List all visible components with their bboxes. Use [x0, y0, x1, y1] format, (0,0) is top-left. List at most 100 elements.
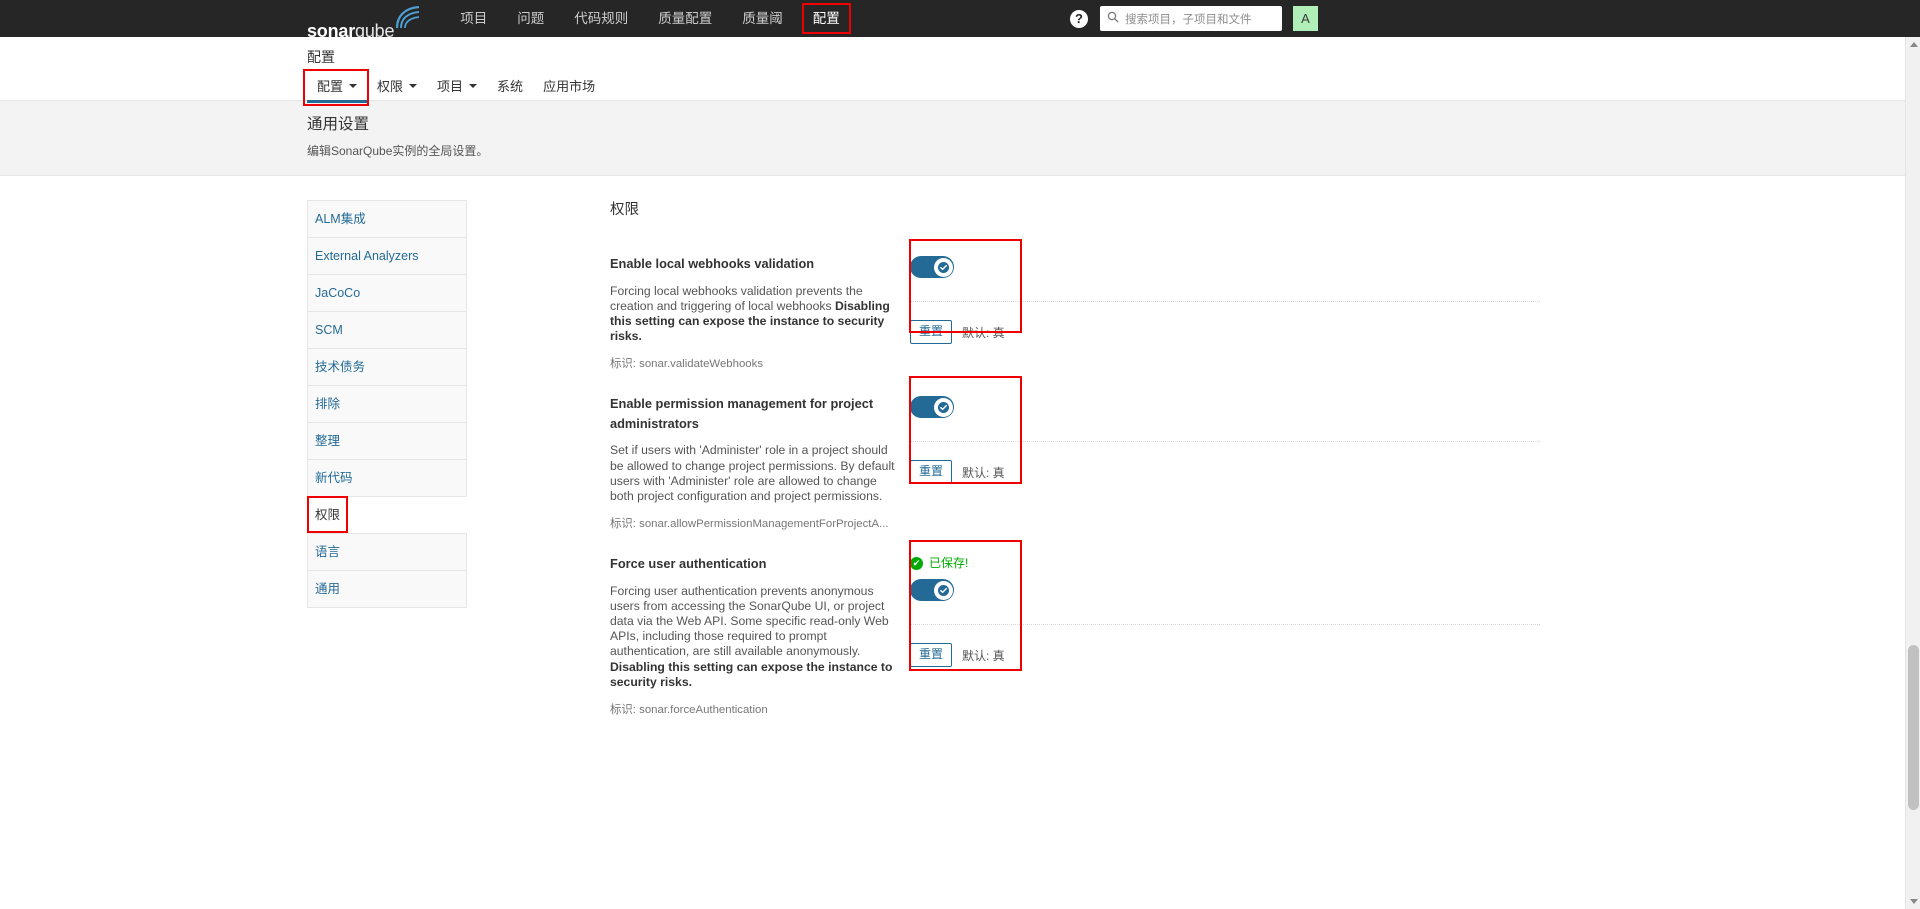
- sidebar-item-alm-integration[interactable]: ALM集成: [307, 200, 467, 237]
- tab-system-label: 系统: [497, 76, 523, 95]
- help-circle-icon[interactable]: ?: [1070, 10, 1088, 28]
- settings-section-title: 权限: [610, 200, 1640, 220]
- default-value-label: 默认: 真: [962, 647, 1005, 664]
- nav-item-wrap-3: 质量配置: [643, 0, 727, 37]
- check-icon: [938, 585, 949, 596]
- setting-info: Enable permission management for project…: [610, 394, 910, 532]
- reset-button[interactable]: 重置: [910, 460, 952, 484]
- tab-configuration-label: 配置: [317, 76, 343, 95]
- setting-key-value: sonar.allowPermissionManagementForProjec…: [639, 518, 888, 530]
- setting-name: Enable local webhooks validation: [610, 254, 896, 274]
- content-area: ALM集成 External Analyzers JaCoCo SCM 技术债务…: [0, 176, 1920, 736]
- saved-status: ✔ 已保存!: [910, 556, 1640, 570]
- setting-controls: 重置 默认: 真: [910, 254, 1640, 372]
- tab-marketplace[interactable]: 应用市场: [533, 73, 605, 103]
- sidebar-item-external-analyzers[interactable]: External Analyzers: [307, 237, 467, 274]
- page-header: 通用设置 编辑SonarQube实例的全局设置。: [0, 101, 1920, 176]
- settings-category-sidebar: ALM集成 External Analyzers JaCoCo SCM 技术债务…: [307, 200, 467, 736]
- page-title: 通用设置: [307, 115, 1920, 135]
- search-icon: [1107, 10, 1119, 28]
- success-check-icon: ✔: [910, 557, 923, 570]
- setting-key-prefix: 标识:: [610, 518, 636, 530]
- nav-item-wrap-5: 配置: [798, 0, 855, 37]
- tab-permissions[interactable]: 权限: [367, 73, 427, 103]
- setting-controls: ✔ 已保存! 重置 默认: 真: [910, 554, 1640, 718]
- toggle-knob: [934, 398, 953, 417]
- setting-row-validate-webhooks: Enable local webhooks validation Forcing…: [610, 254, 1640, 390]
- setting-description: Forcing local webhooks validation preven…: [610, 284, 896, 345]
- nav-item-administration[interactable]: 配置: [798, 11, 855, 26]
- tab-system[interactable]: 系统: [487, 73, 533, 103]
- setting-row-force-authentication: Force user authentication Forcing user a…: [610, 550, 1640, 736]
- sidebar-item-housekeeping[interactable]: 整理: [307, 422, 467, 459]
- nav-item-quality-profiles[interactable]: 质量配置: [643, 11, 727, 26]
- setting-info: Enable local webhooks validation Forcing…: [610, 254, 910, 372]
- tab-wrap-configuration: 配置: [307, 73, 367, 103]
- setting-key-prefix: 标识:: [610, 704, 636, 716]
- toggle-knob: [934, 581, 953, 600]
- chevron-down-icon: [469, 84, 477, 88]
- sidebar-item-wrap-permissions: 权限: [307, 496, 467, 533]
- navbar-right: ? 搜索项目，子项目和文件 A: [1070, 0, 1920, 37]
- sidebar-item-scm[interactable]: SCM: [307, 311, 467, 348]
- nav-item-issues[interactable]: 问题: [502, 11, 559, 26]
- sidebar-item-new-code[interactable]: 新代码: [307, 459, 467, 496]
- toggle-force-authentication[interactable]: [910, 579, 954, 601]
- saved-status-label: 已保存!: [929, 556, 968, 570]
- tab-configuration[interactable]: 配置: [307, 73, 367, 103]
- toggle-validate-webhooks[interactable]: [910, 256, 954, 278]
- sub-header-title: 配置: [307, 37, 1920, 66]
- sonarqube-arcs-icon: [395, 0, 421, 37]
- chevron-down-icon: [349, 84, 357, 88]
- sonarqube-logo[interactable]: sonarqube: [307, 0, 421, 37]
- sidebar-item-jacoco[interactable]: JaCoCo: [307, 274, 467, 311]
- setting-info: Force user authentication Forcing user a…: [610, 554, 910, 718]
- tab-projects-label: 项目: [437, 76, 463, 95]
- sidebar-item-general[interactable]: 通用: [307, 570, 467, 608]
- nav-item-wrap-2: 代码规则: [559, 0, 643, 37]
- default-value-label: 默认: 真: [962, 464, 1005, 481]
- setting-key-value: sonar.forceAuthentication: [639, 704, 768, 716]
- scroll-down-arrow-icon[interactable]: [1906, 894, 1920, 909]
- page-subtitle: 编辑SonarQube实例的全局设置。: [307, 143, 1920, 159]
- vertical-scrollbar[interactable]: [1905, 37, 1920, 909]
- sidebar-item-technical-debt[interactable]: 技术债务: [307, 348, 467, 385]
- setting-name: Enable permission management for project…: [610, 394, 896, 433]
- check-icon: [938, 262, 949, 273]
- setting-key: 标识: sonar.forceAuthentication: [610, 703, 896, 718]
- setting-description-text: Set if users with 'Administer' role in a…: [610, 443, 895, 503]
- toggle-knob: [934, 258, 953, 277]
- setting-row-permission-management: Enable permission management for project…: [610, 390, 1640, 550]
- toggle-permission-management[interactable]: [910, 396, 954, 418]
- tab-permissions-label: 权限: [377, 76, 403, 95]
- scroll-up-arrow-icon[interactable]: [1906, 37, 1920, 52]
- setting-description-warning: Disabling this setting can expose the in…: [610, 660, 892, 689]
- setting-description-text: Forcing local webhooks validation preven…: [610, 284, 863, 313]
- setting-description: Forcing user authentication prevents ano…: [610, 584, 896, 690]
- setting-footer: 重置 默认: 真: [910, 624, 1540, 667]
- avatar[interactable]: A: [1293, 6, 1318, 31]
- sidebar-item-languages[interactable]: 语言: [307, 533, 467, 570]
- setting-footer: 重置 默认: 真: [910, 301, 1540, 344]
- settings-main-panel: 权限 Enable local webhooks validation Forc…: [467, 200, 1920, 736]
- nav-item-wrap-4: 质量阈: [727, 0, 798, 37]
- reset-button[interactable]: 重置: [910, 643, 952, 667]
- setting-key: 标识: sonar.allowPermissionManagementForPr…: [610, 517, 896, 532]
- reset-button[interactable]: 重置: [910, 320, 952, 344]
- setting-footer: 重置 默认: 真: [910, 441, 1540, 484]
- nav-item-quality-gates[interactable]: 质量阈: [727, 11, 798, 26]
- setting-description-text: Forcing user authentication prevents ano…: [610, 584, 889, 659]
- sidebar-item-exclusions[interactable]: 排除: [307, 385, 467, 422]
- setting-name: Force user authentication: [610, 554, 896, 574]
- nav-item-projects[interactable]: 项目: [445, 11, 502, 26]
- top-navbar: sonarqube 项目 问题 代码规则 质量配置 质量阈 配置: [0, 0, 1920, 37]
- default-value-label: 默认: 真: [962, 324, 1005, 341]
- sidebar-item-permissions[interactable]: 权限: [307, 496, 467, 533]
- search-input[interactable]: 搜索项目，子项目和文件: [1100, 6, 1282, 31]
- scrollbar-thumb[interactable]: [1908, 645, 1919, 810]
- setting-key: 标识: sonar.validateWebhooks: [610, 357, 896, 372]
- navbar-links: 项目 问题 代码规则 质量配置 质量阈 配置: [445, 0, 855, 37]
- sub-navigation: 配置 权限 项目 系统 应用市场: [307, 73, 1920, 103]
- nav-item-rules[interactable]: 代码规则: [559, 11, 643, 26]
- tab-projects[interactable]: 项目: [427, 73, 487, 103]
